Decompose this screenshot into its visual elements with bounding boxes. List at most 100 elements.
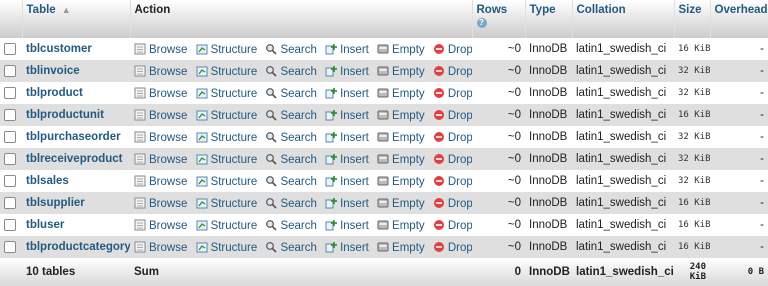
empty-label[interactable]: Empty [392,176,425,188]
row-size[interactable]: 16 KiB [674,104,710,126]
browse-label[interactable]: Browse [149,44,187,56]
row-checkbox[interactable] [4,174,16,187]
table-name-link[interactable]: tblsales [26,175,69,187]
search-button[interactable]: Search [265,242,317,254]
empty-button[interactable]: Empty [377,220,425,232]
structure-label[interactable]: Structure [211,44,258,56]
table-name-link[interactable]: tblinvoice [26,65,80,77]
help-icon[interactable]: ? [476,18,487,28]
empty-label[interactable]: Empty [392,242,425,254]
drop-label[interactable]: Drop [448,110,472,122]
search-label[interactable]: Search [280,220,316,232]
drop-button[interactable]: Drop [433,219,472,232]
structure-button[interactable]: Structure [196,220,258,232]
insert-button[interactable]: Insert [325,131,369,144]
row-checkbox[interactable] [4,64,16,77]
empty-label[interactable]: Empty [392,154,425,166]
drop-button[interactable]: Drop [433,131,472,144]
browse-label[interactable]: Browse [149,198,187,210]
structure-label[interactable]: Structure [211,154,258,166]
drop-button[interactable]: Drop [433,43,472,56]
browse-label[interactable]: Browse [149,132,187,144]
insert-label[interactable]: Insert [340,110,369,122]
row-checkbox[interactable] [4,130,16,143]
structure-button[interactable]: Structure [196,176,257,188]
row-size[interactable]: 16 KiB [674,214,710,236]
row-checkbox[interactable] [4,108,16,121]
structure-button[interactable]: Structure [196,242,257,254]
insert-label[interactable]: Insert [340,88,369,100]
search-label[interactable]: Search [280,132,316,144]
browse-label[interactable]: Browse [149,110,187,122]
structure-button[interactable]: Structure [196,198,258,210]
browse-button[interactable]: Browse [134,153,187,166]
insert-button[interactable]: Insert [325,153,369,166]
empty-label[interactable]: Empty [392,44,425,56]
search-button[interactable]: Search [265,66,317,78]
search-label[interactable]: Search [280,110,316,122]
structure-label[interactable]: Structure [211,220,258,232]
drop-button[interactable]: Drop [433,87,472,100]
row-size[interactable]: 32 KiB [674,60,710,82]
table-name-link[interactable]: tblproduct [26,87,83,99]
structure-button[interactable]: Structure [196,66,257,78]
header-collation[interactable]: Collation [572,0,675,38]
empty-label[interactable]: Empty [392,198,425,210]
insert-button[interactable]: Insert [325,197,369,210]
browse-button[interactable]: Browse [134,87,187,100]
browse-button[interactable]: Browse [134,65,187,78]
drop-label[interactable]: Drop [448,176,472,188]
structure-button[interactable]: Structure [196,88,257,100]
table-name-link[interactable]: tblsupplier [26,197,85,209]
empty-button[interactable]: Empty [377,110,425,122]
insert-label[interactable]: Insert [340,44,369,56]
header-rows[interactable]: Rows ? [472,0,526,38]
drop-label[interactable]: Drop [448,44,472,56]
row-checkbox[interactable] [4,196,16,209]
header-rows-label[interactable]: Rows [477,4,521,16]
insert-button[interactable]: Insert [325,241,369,254]
sort-asc-icon[interactable]: ▲ [62,5,71,15]
drop-label[interactable]: Drop [448,220,472,232]
search-label[interactable]: Search [280,242,316,254]
insert-label[interactable]: Insert [340,66,369,78]
row-size[interactable]: 32 KiB [674,148,710,170]
search-button[interactable]: Search [265,198,317,210]
browse-label[interactable]: Browse [149,220,187,232]
search-button[interactable]: Search [265,110,317,122]
empty-button[interactable]: Empty [377,66,425,78]
browse-label[interactable]: Browse [149,88,187,100]
insert-button[interactable]: Insert [325,65,369,78]
empty-label[interactable]: Empty [392,88,425,100]
header-type[interactable]: Type [525,0,573,38]
structure-label[interactable]: Structure [211,132,258,144]
row-checkbox[interactable] [4,86,16,99]
empty-label[interactable]: Empty [392,220,425,232]
row-checkbox[interactable] [4,218,16,231]
search-button[interactable]: Search [265,176,317,188]
drop-button[interactable]: Drop [433,197,472,210]
browse-label[interactable]: Browse [149,66,187,78]
insert-label[interactable]: Insert [340,176,369,188]
table-name-link[interactable]: tbluser [26,219,64,231]
insert-label[interactable]: Insert [340,132,369,144]
row-checkbox[interactable] [4,152,16,165]
empty-label[interactable]: Empty [392,132,425,144]
row-size[interactable]: 32 KiB [674,126,710,148]
table-name-link[interactable]: tblcustomer [26,43,92,55]
browse-label[interactable]: Browse [149,176,187,188]
insert-button[interactable]: Insert [325,87,369,100]
search-label[interactable]: Search [280,198,316,210]
row-size[interactable]: 16 KiB [674,38,710,60]
table-name-link[interactable]: tblpurchaseorder [26,131,121,143]
insert-label[interactable]: Insert [340,220,369,232]
browse-button[interactable]: Browse [134,131,187,144]
structure-label[interactable]: Structure [211,198,258,210]
insert-button[interactable]: Insert [325,43,369,56]
drop-button[interactable]: Drop [433,109,472,122]
empty-button[interactable]: Empty [377,88,425,100]
insert-label[interactable]: Insert [340,242,369,254]
insert-button[interactable]: Insert [325,219,369,232]
header-size[interactable]: Size [674,0,711,38]
insert-button[interactable]: Insert [325,175,369,188]
